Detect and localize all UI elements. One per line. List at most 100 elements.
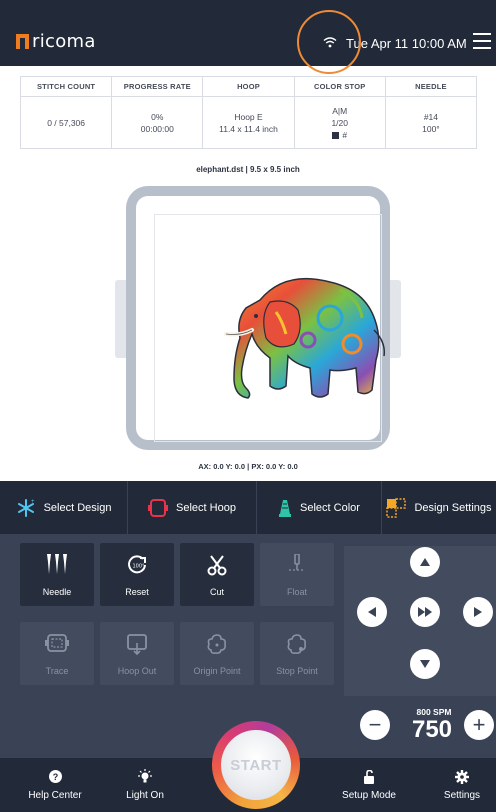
design-file-info: elephant.dst | 9.5 x 9.5 inch (196, 165, 300, 174)
design-settings-label: Design Settings (414, 501, 492, 514)
fast-forward-icon (418, 607, 432, 617)
progress-percent: 0% (151, 111, 164, 122)
snowflake-design-icon: + (17, 498, 35, 517)
needle-label: Needle (42, 587, 72, 597)
float-button[interactable]: Float (260, 543, 334, 606)
move-down-button[interactable] (410, 649, 440, 679)
current-speed: 750 (411, 716, 453, 743)
svg-text:?: ? (52, 772, 58, 782)
needle-header: NEEDLE (385, 77, 477, 97)
hoop-name: Hoop E (234, 111, 263, 122)
progress-column: PROGRESS RATE 0% 00:00:00 (112, 77, 204, 148)
gear-icon (455, 769, 469, 784)
setup-mode-label: Setup Mode (342, 789, 396, 801)
needle-button[interactable]: Needle (20, 543, 94, 606)
needle-column: NEEDLE #14 100° (385, 77, 477, 148)
design-preview-canvas[interactable] (154, 214, 386, 442)
light-on-button[interactable]: Light On (112, 758, 178, 812)
plus-icon: + (472, 712, 486, 737)
hoop-out-button[interactable]: Hoop Out (100, 622, 174, 685)
color-stop-mode: A|M (332, 105, 348, 116)
origin-point-label: Origin Point (193, 666, 241, 676)
light-bulb-icon (138, 768, 152, 782)
settings-label: Settings (443, 789, 481, 801)
select-color-button[interactable]: Select Color (257, 481, 382, 534)
color-stop-marker: # (332, 129, 347, 141)
app-header: ricoma Tue Apr 11 10:00 AM (0, 0, 496, 66)
help-center-label: Help Center (28, 789, 82, 801)
arrow-right-icon (474, 607, 482, 617)
hoop-out-icon (127, 634, 147, 655)
position-coordinates: AX: 0.0 Y: 0.0 | PX: 0.0 Y: 0.0 (198, 462, 298, 471)
speed-increase-button[interactable]: + (464, 710, 494, 740)
reset-label: Reset (125, 587, 149, 597)
reset-button[interactable]: 100° Reset (100, 543, 174, 606)
color-stop-count: 1/20 (331, 117, 348, 128)
hoop-column: HOOP Hoop E 11.4 x 11.4 inch (203, 77, 295, 148)
needle-angle: 100° (422, 123, 440, 134)
brand-name: ricoma (32, 30, 96, 52)
unlock-icon (364, 769, 374, 784)
design-settings-button[interactable]: Design Settings (382, 481, 496, 534)
select-color-label: Select Color (300, 501, 360, 514)
svg-text:+: + (31, 499, 35, 505)
design-settings-icon (386, 497, 407, 518)
start-button[interactable]: START (212, 721, 300, 809)
reset-icon: 100° (128, 555, 146, 574)
move-up-button[interactable] (410, 547, 440, 577)
stitch-count-header: STITCH COUNT (21, 77, 112, 97)
select-design-label: Select Design (43, 501, 112, 514)
progress-header: PROGRESS RATE (112, 77, 203, 97)
select-design-button[interactable]: + Select Design (0, 481, 128, 534)
needle-number: #14 (423, 111, 438, 122)
fast-forward-button[interactable] (410, 597, 440, 627)
cut-label: Cut (209, 587, 224, 597)
setup-mode-button[interactable]: Setup Mode (334, 758, 404, 812)
brand-logo: ricoma (16, 30, 96, 52)
help-center-button[interactable]: ? Help Center (20, 758, 90, 812)
ricoma-logo-mark-icon (16, 33, 29, 49)
start-label: START (230, 756, 282, 774)
elephant-design-image (224, 277, 386, 399)
machine-stats-table: STITCH COUNT 0 / 57,306 PROGRESS RATE 0%… (20, 76, 477, 149)
trace-button[interactable]: Trace (20, 622, 94, 685)
stitch-count-column: STITCH COUNT 0 / 57,306 (21, 77, 113, 148)
color-stop-column: COLOR STOP A|M 1/20 # (294, 77, 386, 148)
color-stop-header: COLOR STOP (294, 77, 385, 97)
wifi-icon[interactable] (323, 36, 337, 48)
arrow-left-icon (368, 607, 376, 617)
hoop-size: 11.4 x 11.4 inch (219, 123, 278, 134)
help-icon: ? (48, 770, 62, 783)
stitch-count-value: 0 / 57,306 (47, 117, 85, 128)
move-right-button[interactable] (463, 597, 493, 627)
hoop-icon (148, 498, 169, 517)
thread-spool-icon (279, 499, 292, 517)
float-icon (289, 554, 305, 571)
arrow-up-icon (420, 558, 430, 566)
arrow-down-icon (420, 660, 430, 668)
trace-label: Trace (45, 666, 69, 676)
origin-point-button[interactable]: Origin Point (180, 622, 254, 685)
hoop-inner (136, 196, 386, 442)
minus-icon: − (368, 712, 382, 737)
stop-point-button[interactable]: Stop Point (260, 622, 334, 685)
float-label: Float (286, 587, 307, 597)
cut-button[interactable]: Cut (180, 543, 254, 606)
move-left-button[interactable] (357, 597, 387, 627)
start-button-face: START (221, 730, 291, 800)
light-on-label: Light On (126, 789, 164, 801)
speed-decrease-button[interactable]: − (360, 710, 390, 740)
select-hoop-label: Select Hoop (176, 501, 236, 514)
progress-time: 00:00:00 (140, 123, 174, 134)
stop-point-label: Stop Point (276, 666, 318, 676)
hoop-out-label: Hoop Out (117, 666, 157, 676)
select-hoop-button[interactable]: Select Hoop (128, 481, 257, 534)
color-swatch-icon (332, 131, 340, 139)
date-time: Tue Apr 11 10:00 AM (346, 36, 467, 51)
needle-icon (47, 554, 67, 574)
settings-button[interactable]: Settings (432, 758, 492, 812)
hamburger-menu-icon[interactable] (473, 33, 491, 49)
scissors-icon (207, 555, 227, 576)
hoop-header: HOOP (203, 77, 294, 97)
origin-point-icon (207, 634, 226, 654)
